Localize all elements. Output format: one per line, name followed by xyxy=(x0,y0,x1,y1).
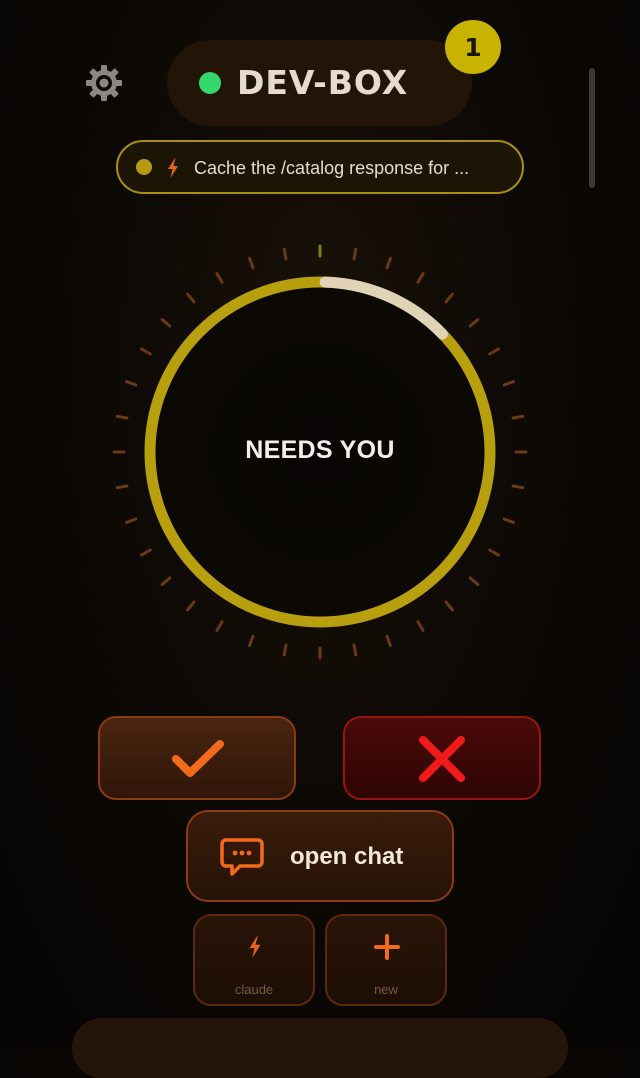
dial-tick xyxy=(160,576,172,586)
dial-tick xyxy=(215,620,224,632)
dial-tick xyxy=(124,517,138,524)
dial-tick xyxy=(416,272,425,284)
bolt-icon xyxy=(249,936,261,958)
claude-shortcut-button[interactable]: claude xyxy=(193,914,315,1006)
open-chat-label: open chat xyxy=(290,843,404,870)
dial-tick xyxy=(124,380,138,387)
scrollbar[interactable] xyxy=(589,68,595,188)
gear-icon xyxy=(86,65,122,101)
reject-button[interactable] xyxy=(343,716,541,800)
x-icon xyxy=(419,736,465,782)
dial-tick xyxy=(160,318,172,328)
bolt-icon xyxy=(168,158,178,178)
dial-tick xyxy=(468,576,480,586)
dial-tick xyxy=(186,600,196,612)
approve-button[interactable] xyxy=(98,716,296,800)
dial-tick xyxy=(282,247,288,261)
dial-tick xyxy=(385,256,392,270)
dial-tick xyxy=(352,643,358,657)
dial-tick xyxy=(140,347,152,356)
bottom-panel[interactable] xyxy=(72,1018,568,1078)
new-session-label: new xyxy=(374,982,398,997)
machine-name: DEV-BOX xyxy=(237,63,409,102)
dial-tick xyxy=(352,247,358,261)
dial-tick xyxy=(416,620,425,632)
dial-tick xyxy=(115,484,129,490)
dial-tick xyxy=(468,318,480,328)
plus-icon xyxy=(374,934,400,960)
dial-tick xyxy=(502,517,516,524)
dial-tick xyxy=(115,414,129,420)
settings-button[interactable] xyxy=(84,63,124,103)
check-icon xyxy=(172,740,224,777)
dial-status-label: NEEDS YOU xyxy=(245,436,395,464)
dial-tick xyxy=(444,292,454,304)
dial-tick xyxy=(488,347,500,356)
current-task[interactable]: Cache the /catalog response for ... xyxy=(116,140,524,194)
dial-tick xyxy=(502,380,516,387)
task-text: Cache the /catalog response for ... xyxy=(194,158,470,178)
chat-bubble-icon xyxy=(220,838,264,876)
open-chat-button[interactable]: open chat xyxy=(186,810,454,902)
claude-shortcut-label: claude xyxy=(234,982,274,997)
machine-header[interactable]: DEV-BOX xyxy=(167,40,472,126)
dial-tick xyxy=(140,548,152,557)
new-session-button[interactable]: new xyxy=(325,914,447,1006)
status-dot xyxy=(199,72,221,94)
dial-tick xyxy=(282,643,288,657)
notification-badge[interactable]: 1 xyxy=(445,20,501,74)
task-status-dot xyxy=(136,159,152,175)
dial-tick xyxy=(488,548,500,557)
dial-tick xyxy=(385,634,392,648)
dial-tick xyxy=(215,272,224,284)
dial-tick xyxy=(511,414,525,420)
dial-tick xyxy=(511,484,525,490)
dial-tick xyxy=(248,634,255,648)
dial-tick xyxy=(248,256,255,270)
dial-tick xyxy=(444,600,454,612)
dial-tick xyxy=(186,292,196,304)
